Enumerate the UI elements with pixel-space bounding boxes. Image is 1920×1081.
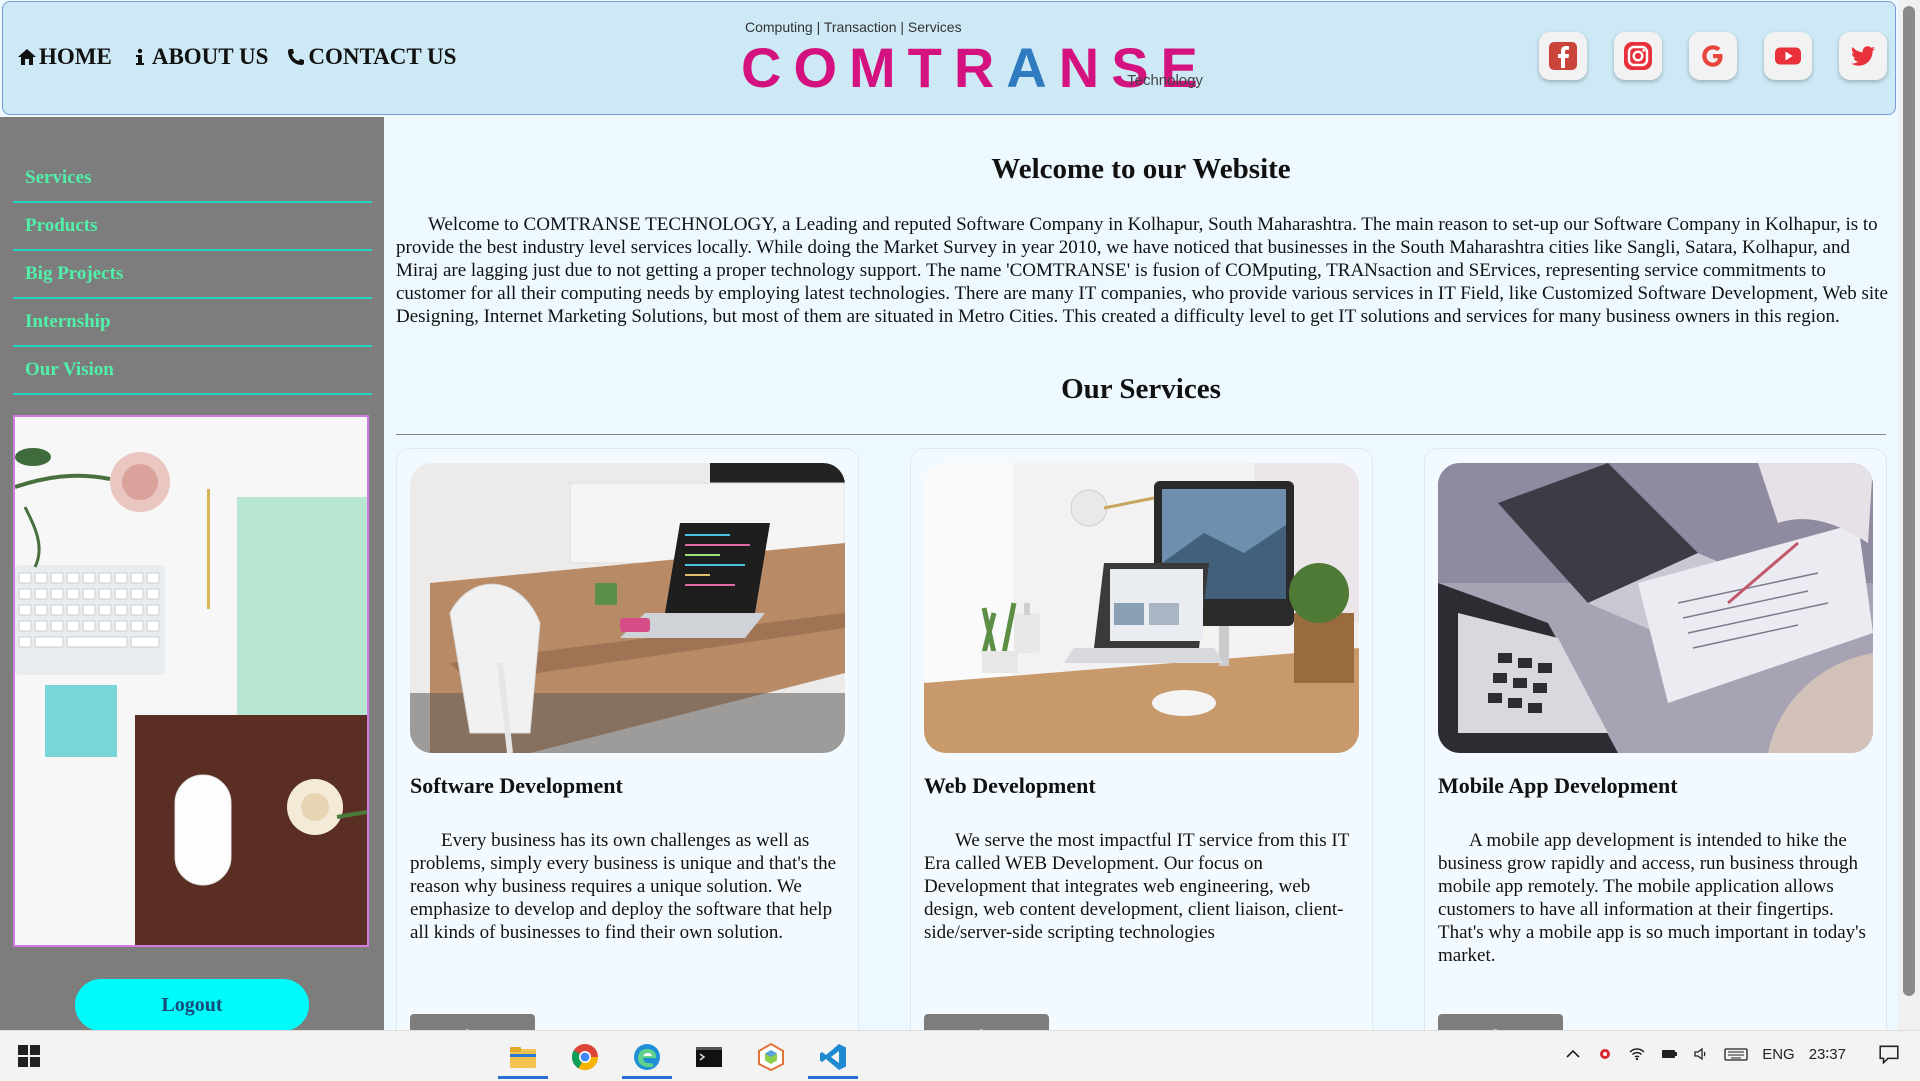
service-card-web: Web Development We serve the most impact… bbox=[910, 448, 1373, 1030]
taskbar-cube-app[interactable] bbox=[746, 1035, 796, 1079]
file-explorer-icon bbox=[510, 1047, 536, 1068]
phone-icon bbox=[288, 49, 305, 65]
mobile-dev-image bbox=[1438, 463, 1873, 753]
services-heading: Our Services bbox=[1061, 373, 1221, 405]
mobile-laptop-illustration bbox=[1438, 463, 1873, 753]
nav-about[interactable]: ABOUT US bbox=[130, 44, 269, 70]
sidebar-desk-image bbox=[13, 415, 369, 947]
taskbar-chrome[interactable] bbox=[560, 1035, 610, 1079]
social-links bbox=[1539, 32, 1887, 80]
chrome-icon bbox=[571, 1044, 599, 1071]
keyboard-icon[interactable] bbox=[1724, 1045, 1748, 1063]
read-more-button[interactable]: Read more bbox=[410, 1014, 535, 1030]
service-card-title: Software Development bbox=[410, 773, 623, 798]
terminal-icon bbox=[696, 1047, 722, 1067]
facebook-icon bbox=[1549, 42, 1577, 70]
main-content: Welcome to our Website Welcome to COMTRA… bbox=[384, 117, 1898, 1030]
sidebar-item-big-projects[interactable]: Big Projects bbox=[13, 251, 372, 299]
language-indicator[interactable]: ENG bbox=[1762, 1046, 1795, 1063]
taskbar-edge[interactable] bbox=[622, 1035, 672, 1079]
twitter-link[interactable] bbox=[1839, 32, 1887, 80]
youtube-link[interactable] bbox=[1764, 32, 1812, 80]
taskbar-file-explorer[interactable] bbox=[498, 1035, 548, 1079]
logo-subtitle: Technology bbox=[1127, 72, 1203, 89]
nav-home-label: HOME bbox=[39, 44, 112, 69]
sidebar-menu: Services Products Big Projects Internshi… bbox=[13, 155, 372, 395]
nav-home[interactable]: HOME bbox=[17, 44, 112, 70]
sidebar-item-internship[interactable]: Internship bbox=[13, 299, 372, 347]
clock[interactable]: 23∶37 bbox=[1809, 1045, 1846, 1063]
google-icon bbox=[1702, 45, 1723, 67]
nav-contact-label: CONTACT US bbox=[308, 44, 457, 69]
intro-paragraph: Welcome to COMTRANSE TECHNOLOGY, a Leadi… bbox=[396, 214, 1888, 327]
wifi-icon[interactable] bbox=[1628, 1045, 1646, 1063]
notification-icon[interactable] bbox=[1878, 1043, 1900, 1065]
facebook-link[interactable] bbox=[1539, 32, 1587, 80]
windows-taskbar: ENG 23∶37 bbox=[0, 1030, 1920, 1081]
taskbar-terminal[interactable] bbox=[684, 1035, 734, 1079]
service-card-software: Software Development Every business has … bbox=[396, 448, 859, 1030]
section-divider bbox=[396, 434, 1886, 435]
brand-logo[interactable]: Computing | Transaction | Services COMTR… bbox=[741, 17, 1211, 99]
service-card-text: We serve the most impactful IT service f… bbox=[924, 830, 1350, 943]
welcome-heading: Welcome to our Website bbox=[991, 153, 1291, 185]
system-tray: ENG 23∶37 bbox=[1564, 1043, 1900, 1065]
desk-flatlay-illustration bbox=[15, 417, 367, 945]
nav-about-label: ABOUT US bbox=[151, 44, 269, 69]
service-card-text: Every business has its own challenges as… bbox=[410, 830, 837, 943]
service-card-title: Web Development bbox=[924, 773, 1096, 798]
logo-wordmark-b: NSE bbox=[1058, 36, 1210, 99]
edge-icon bbox=[634, 1044, 660, 1070]
info-icon bbox=[135, 48, 144, 65]
twitter-icon bbox=[1851, 46, 1875, 66]
site-header: HOME ABOUT US CONTACT US Computing | Tra… bbox=[2, 1, 1896, 115]
web-desk-illustration bbox=[924, 463, 1359, 753]
google-link[interactable] bbox=[1689, 32, 1737, 80]
sidebar-item-services[interactable]: Services bbox=[13, 155, 372, 203]
software-dev-image bbox=[410, 463, 845, 753]
windows-start-icon[interactable] bbox=[18, 1045, 40, 1067]
app-cube-icon bbox=[758, 1042, 784, 1072]
instagram-icon bbox=[1624, 42, 1652, 70]
service-card-title: Mobile App Development bbox=[1438, 773, 1678, 798]
nav-contact[interactable]: CONTACT US bbox=[286, 44, 456, 70]
page-scrollbar[interactable] bbox=[1898, 0, 1920, 1030]
sidebar-item-products[interactable]: Products bbox=[13, 203, 372, 251]
logo-wordmark: COMTRANSE bbox=[741, 35, 1210, 100]
network-warning-icon[interactable] bbox=[1596, 1045, 1614, 1063]
web-dev-image bbox=[924, 463, 1359, 753]
home-icon bbox=[18, 49, 36, 65]
taskbar-vscode[interactable] bbox=[808, 1035, 858, 1079]
volume-icon[interactable] bbox=[1692, 1045, 1710, 1063]
main-nav: HOME ABOUT US CONTACT US bbox=[17, 44, 456, 70]
read-more-button[interactable]: Read more bbox=[924, 1014, 1049, 1030]
battery-icon[interactable] bbox=[1660, 1045, 1678, 1063]
service-card-text: A mobile app development is intended to … bbox=[1438, 830, 1866, 966]
scrollbar-thumb[interactable] bbox=[1903, 6, 1915, 996]
sidebar: Services Products Big Projects Internshi… bbox=[0, 117, 384, 1031]
logo-arrow-letter: A bbox=[1006, 36, 1059, 99]
read-more-button[interactable]: Read more bbox=[1438, 1014, 1563, 1030]
logout-button[interactable]: Logout bbox=[75, 979, 309, 1031]
software-desk-illustration bbox=[410, 463, 845, 753]
logo-tagline: Computing | Transaction | Services bbox=[745, 19, 962, 35]
service-card-mobile: Mobile App Development A mobile app deve… bbox=[1424, 448, 1887, 1030]
youtube-icon bbox=[1775, 47, 1801, 65]
chevron-up-icon[interactable] bbox=[1564, 1045, 1582, 1063]
instagram-link[interactable] bbox=[1614, 32, 1662, 80]
logo-wordmark-a: COMTR bbox=[741, 36, 1007, 99]
sidebar-item-our-vision[interactable]: Our Vision bbox=[13, 347, 372, 395]
vscode-icon bbox=[820, 1044, 846, 1070]
